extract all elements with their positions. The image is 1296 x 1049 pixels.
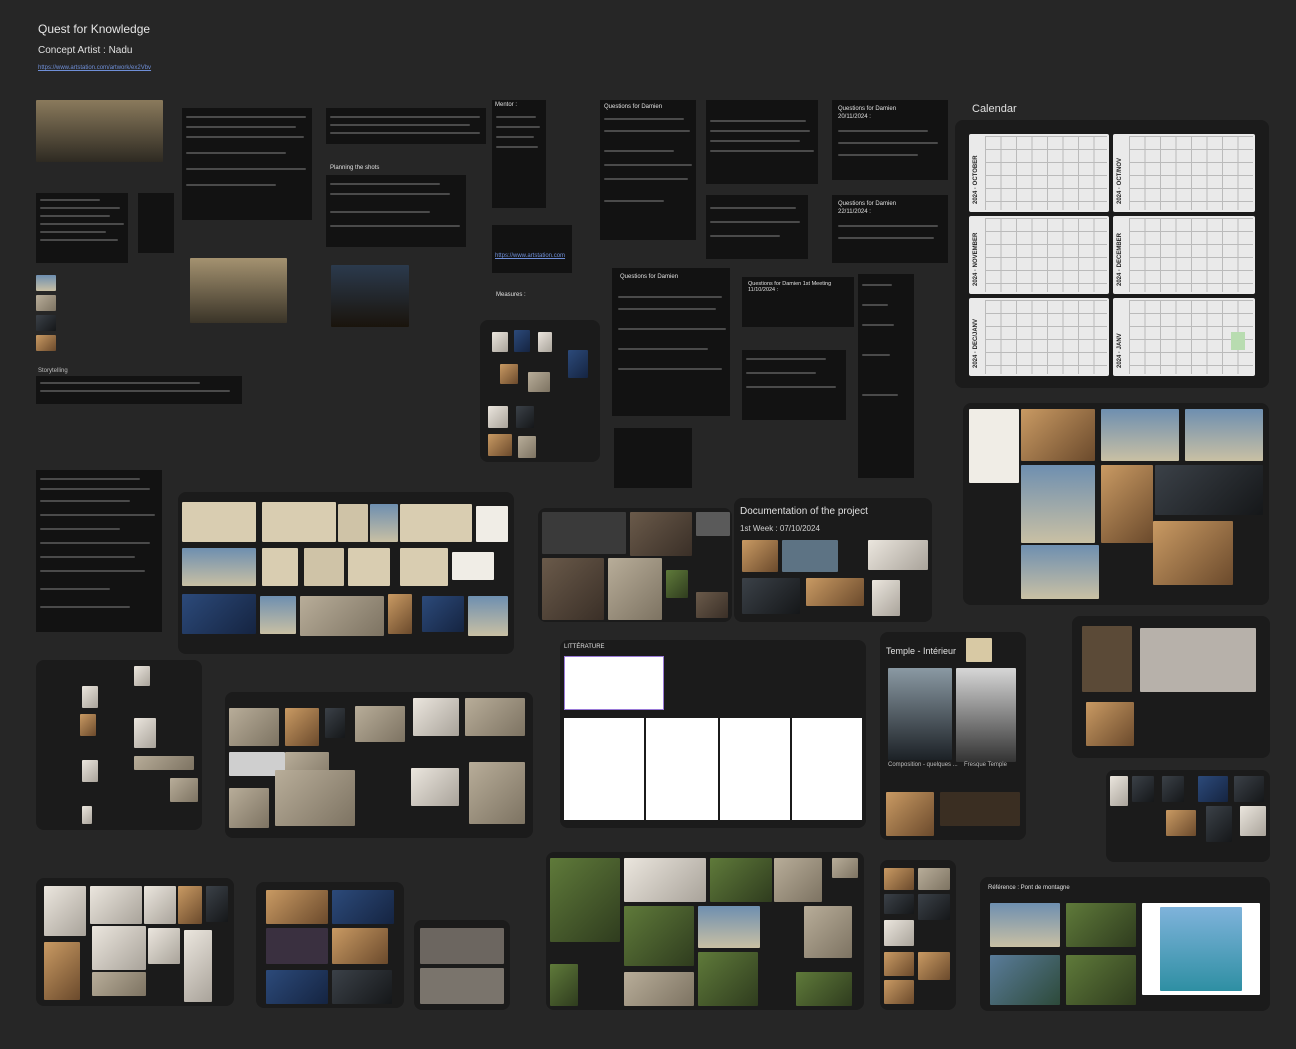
nature-textures-board[interactable] (546, 852, 864, 1010)
calendar-month[interactable]: 2024 · DECEMBER (1113, 216, 1255, 294)
calendar-title: Calendar (972, 103, 1017, 115)
shot-thumbnail[interactable] (190, 258, 287, 323)
arch-references-board[interactable] (963, 403, 1269, 605)
interior-shot-thumbnail[interactable] (331, 265, 409, 327)
questions-note-block[interactable] (706, 100, 818, 184)
side-note[interactable] (138, 193, 174, 253)
figures-board[interactable] (1106, 770, 1270, 862)
notes-column[interactable] (36, 470, 162, 632)
documentation-board[interactable]: Documentation of the project 1st Week : … (734, 498, 932, 622)
board-title: Quest for Knowledge (38, 22, 151, 36)
measures-links-note[interactable]: https://www.artstation.com (492, 225, 572, 273)
list-note[interactable] (858, 274, 914, 478)
brief-note[interactable] (36, 193, 128, 263)
calendar-month[interactable]: 2024 · NOVEMBER (969, 216, 1109, 294)
questions-note-3[interactable]: Questions for Damien 20/11/2024 : (832, 100, 948, 180)
measures-title: Measures : (496, 292, 526, 298)
statue-references-board[interactable] (36, 660, 202, 830)
planning-title: Planning the shots (330, 165, 380, 171)
calendar-month[interactable]: 2024 · JANV (1113, 298, 1255, 376)
synopsis-note[interactable] (326, 108, 486, 144)
board-subtitle: Concept Artist : Nadu (38, 45, 133, 56)
architecture-sheet-board[interactable] (178, 492, 514, 654)
calendar-month[interactable]: 2024 · OCT/NOV (1113, 134, 1255, 212)
carvings-board[interactable] (225, 692, 533, 838)
mentor-note[interactable]: Mentor : (492, 100, 546, 208)
temple-interior-board[interactable]: Temple - Intérieur Composition - quelque… (880, 632, 1026, 840)
calendar-month[interactable]: 2024 · OCTOBER (969, 134, 1109, 212)
meeting-notes[interactable] (742, 350, 846, 420)
artstation-link[interactable]: https://www.artstation.com/artwork/ex2Vb… (38, 65, 151, 71)
wall-texture-board[interactable] (538, 508, 732, 622)
reference-strip[interactable] (36, 275, 86, 355)
dome-board[interactable] (880, 860, 956, 1010)
ladder-board[interactable] (1072, 616, 1270, 758)
mountain-bridge-board[interactable]: Référence : Pont de montagne (980, 877, 1270, 1011)
questions-meeting-note[interactable]: Questions for Damien 1st Meeting 11/10/2… (742, 277, 854, 327)
ruined-interior-board[interactable] (414, 920, 510, 1010)
side-questions-note[interactable] (706, 195, 808, 259)
small-note[interactable] (614, 428, 692, 488)
sculpture-board[interactable] (36, 878, 234, 1006)
literature-board[interactable]: LITTÉRATURE (560, 640, 866, 828)
planning-note[interactable] (326, 175, 466, 247)
landscape-board[interactable] (256, 882, 404, 1008)
calendar-board[interactable]: 2024 · OCTOBER 2024 · OCT/NOV 2024 · NOV… (955, 120, 1269, 388)
storytelling-note[interactable]: Storytelling (36, 368, 242, 404)
statue-board[interactable] (480, 320, 600, 462)
calendar-month[interactable]: 2024 · DEC/JANV (969, 298, 1109, 376)
concept-art-thumbnail[interactable] (36, 100, 163, 162)
questions-note-2[interactable]: Questions for Damien (612, 268, 730, 416)
questions-note-4[interactable]: Questions for Damien 22/11/2024 : (832, 195, 948, 263)
questions-note-1[interactable]: Questions for Damien (600, 100, 696, 240)
description-note[interactable] (182, 108, 312, 220)
